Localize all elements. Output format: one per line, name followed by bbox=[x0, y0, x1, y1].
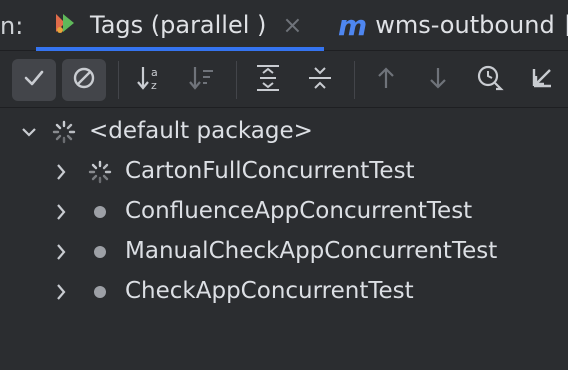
test-tree: <default package> CartonFullConcurrentTe… bbox=[0, 108, 568, 370]
history-icon bbox=[475, 63, 505, 97]
run-test-icon bbox=[52, 10, 78, 40]
expand-all-button[interactable] bbox=[246, 59, 290, 101]
chevron-right-icon[interactable] bbox=[52, 162, 70, 182]
tree-item[interactable]: CartonFullConcurrentTest bbox=[0, 152, 568, 192]
collapse-all-button[interactable] bbox=[298, 59, 342, 101]
arrow-down-icon bbox=[425, 65, 451, 95]
collapse-all-icon bbox=[305, 63, 335, 97]
arrow-up-icon bbox=[373, 65, 399, 95]
show-passed-button[interactable] bbox=[12, 59, 56, 101]
next-failed-button[interactable] bbox=[416, 59, 460, 101]
sort-duration-icon bbox=[187, 63, 217, 97]
chevron-right-icon[interactable] bbox=[52, 242, 70, 262]
show-ignored-button[interactable] bbox=[62, 59, 106, 101]
maven-module-icon: m bbox=[338, 8, 367, 42]
close-icon[interactable]: × bbox=[282, 11, 302, 39]
tab-tags-parallel[interactable]: Tags (parallel ) × bbox=[36, 0, 324, 51]
pending-dot-icon bbox=[88, 200, 112, 224]
test-history-button[interactable] bbox=[468, 59, 512, 101]
svg-text:a: a bbox=[151, 66, 158, 79]
tree-root-default-package[interactable]: <default package> bbox=[0, 112, 568, 152]
tab-label: wms-outbound bbox=[375, 11, 555, 39]
tree-label: CheckAppConcurrentTest bbox=[125, 278, 414, 304]
chevron-right-icon[interactable] bbox=[52, 202, 70, 222]
expand-all-icon bbox=[253, 63, 283, 97]
check-icon bbox=[21, 65, 47, 95]
import-icon bbox=[528, 64, 556, 96]
tab-label: Tags (parallel ) bbox=[90, 11, 267, 39]
svg-text:z: z bbox=[151, 79, 157, 92]
pending-dot-icon bbox=[88, 240, 112, 264]
tab-prefix: n: bbox=[0, 12, 24, 40]
running-spinner-icon bbox=[88, 160, 112, 184]
tab-wms-outbound[interactable]: m wms-outbound [ bbox=[330, 0, 568, 50]
previous-failed-button[interactable] bbox=[364, 59, 408, 101]
toolbar-divider bbox=[118, 61, 119, 99]
tree-item[interactable]: ConfluenceAppConcurrentTest bbox=[0, 192, 568, 232]
ignored-icon bbox=[71, 65, 97, 95]
test-runner-panel: n: Tags (parallel ) × m wms-outbound [ bbox=[0, 0, 568, 370]
chevron-down-icon[interactable] bbox=[20, 122, 38, 142]
tree-label: ConfluenceAppConcurrentTest bbox=[125, 198, 473, 224]
tree-label: CartonFullConcurrentTest bbox=[125, 158, 415, 184]
pending-dot-icon bbox=[88, 280, 112, 304]
tree-item[interactable]: CheckAppConcurrentTest bbox=[0, 272, 568, 312]
sort-by-duration-button[interactable] bbox=[180, 59, 224, 101]
toolbar-divider bbox=[236, 61, 237, 99]
chevron-right-icon[interactable] bbox=[52, 282, 70, 302]
toolbar-divider bbox=[354, 61, 355, 99]
tree-label: <default package> bbox=[89, 118, 313, 144]
sort-alpha-icon: a z bbox=[135, 63, 165, 97]
tree-label: ManualCheckAppConcurrentTest bbox=[125, 238, 498, 264]
tree-item[interactable]: ManualCheckAppConcurrentTest bbox=[0, 232, 568, 272]
run-tab-bar: n: Tags (parallel ) × m wms-outbound [ bbox=[0, 0, 568, 51]
sort-alphabetically-button[interactable]: a z bbox=[128, 59, 172, 101]
running-spinner-icon bbox=[52, 120, 76, 144]
import-tests-button[interactable] bbox=[520, 59, 564, 101]
test-toolbar: a z bbox=[0, 51, 568, 108]
